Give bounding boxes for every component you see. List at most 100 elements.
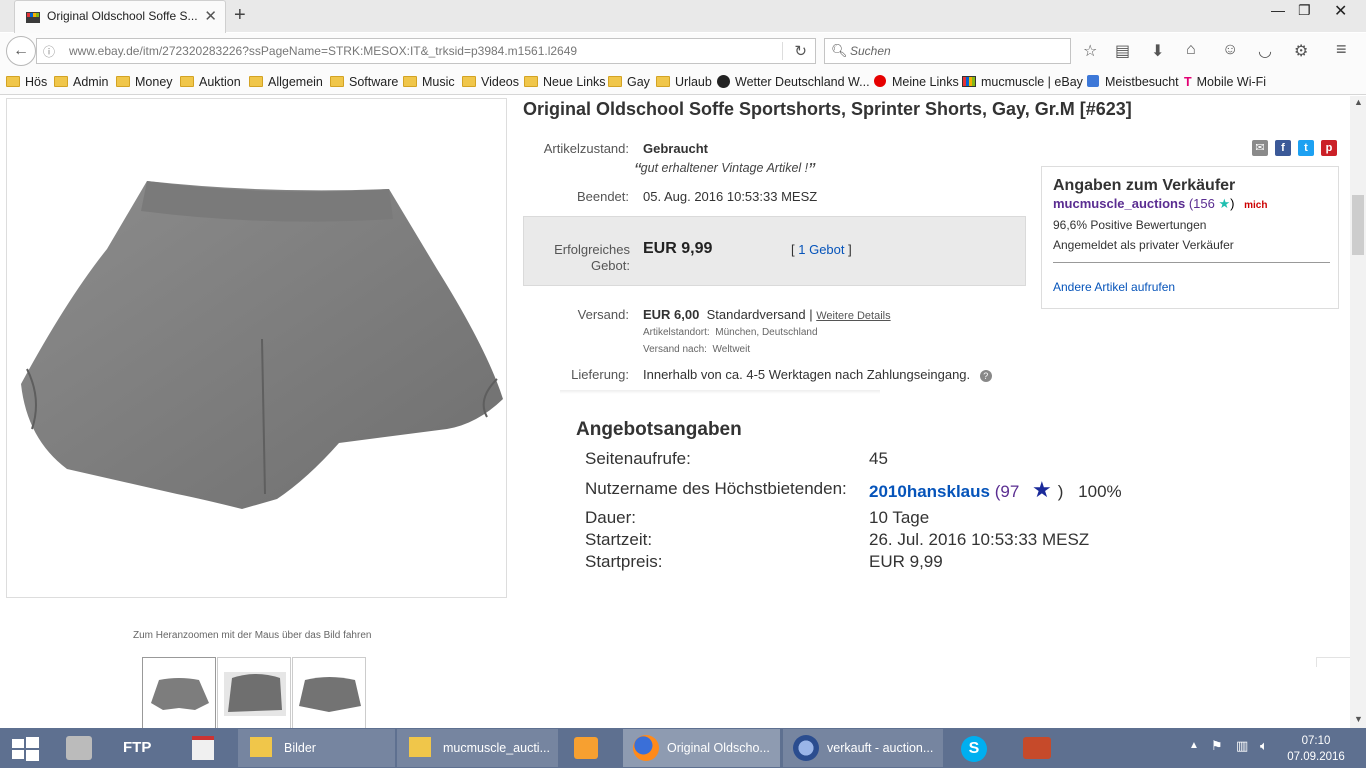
tab-title: Original Oldschool Soffe S... [47,9,198,23]
thumbnail-1[interactable] [142,657,216,728]
url-text[interactable]: www.ebay.de/itm/272320283226?ssPageName=… [69,44,577,58]
seller-info-box: Angaben zum Verkäufer mucmuscle_auctions… [1041,166,1339,309]
bookmark-meistbesucht[interactable]: Meistbesucht [1087,75,1179,89]
taskbar-firefox[interactable]: Original Oldscho... [623,729,780,767]
page-scrollbar[interactable]: ▲ ▼ [1350,96,1366,728]
search-icon: 🔍︎ [831,43,848,58]
high-bidder-label: Nutzername des Höchstbietenden: [585,479,847,498]
vodafone-icon [874,75,886,87]
bookmark-folder-money[interactable]: Money [116,75,173,89]
folder-icon [403,76,417,87]
folder-icon [6,76,20,87]
media-app-icon[interactable] [568,729,606,767]
bookmark-folder-gay[interactable]: Gay [608,75,650,89]
winning-bid-box: Erfolgreiches Gebot: EUR 9,99 [ 1 Gebot ] [523,216,1026,286]
seller-name-link[interactable]: mucmuscle_auctions [1053,196,1185,211]
share-twitter-icon[interactable]: t [1298,140,1314,156]
windows-logo-icon [12,737,39,761]
addon-icon[interactable]: ⚙ [1294,41,1308,61]
me-badge: mich [1244,200,1268,211]
blue-star-icon: ★ [1032,477,1052,502]
back-button[interactable]: ← [6,36,36,66]
browser-tab-active[interactable]: Original Oldschool Soffe S... ✕ [14,0,226,33]
scroll-down-icon[interactable]: ▼ [1354,714,1363,724]
chat-icon[interactable]: ☺ [1222,41,1238,59]
tab-close-icon[interactable]: ✕ [204,7,217,25]
start-time-label: Startzeit: [585,530,653,549]
seller-positive: 96,6% Positive Bewertungen [1053,218,1207,232]
bookmark-folder-videos[interactable]: Videos [462,75,519,89]
scroll-thumb[interactable] [1352,195,1364,255]
feedback-tab[interactable] [1316,657,1350,667]
taskbar-bilder[interactable]: Bilder [238,729,395,767]
seller-heading: Angaben zum Verkäufer [1053,177,1236,194]
firefox-icon [633,735,659,761]
shorts-thumbnail-image [224,672,286,716]
taskbar-mucmuscle[interactable]: mucmuscle_aucti... [397,729,558,767]
downloads-icon[interactable]: ⬇ [1151,41,1164,61]
pocket-icon[interactable]: ◡ [1258,41,1272,61]
share-facebook-icon[interactable]: f [1275,140,1291,156]
search-placeholder: Suchen [850,44,891,58]
bookmark-folder-software[interactable]: Software [330,75,398,89]
home-icon[interactable]: ⌂ [1186,41,1196,59]
bookmark-mobile-wifi[interactable]: T Mobile Wi-Fi [1184,75,1266,89]
filezilla-app-icon[interactable] [1019,729,1055,767]
window-close-icon[interactable]: ✕ [1334,1,1347,21]
tray-expand-icon[interactable]: ▲ [1189,740,1199,751]
high-bidder-name[interactable]: 2010hansklaus [869,482,990,501]
bookmark-mucmuscle-ebay[interactable]: mucmuscle | eBay [962,75,1083,89]
bookmarks-menu-icon[interactable]: ▤ [1115,41,1130,61]
duration-label: Dauer: [585,508,637,527]
volume-icon[interactable]: 🔈︎ [1260,738,1268,754]
url-bar[interactable]: ⓘ www.ebay.de/itm/272320283226?ssPageNam… [36,38,816,64]
high-bidder-score[interactable]: (97 [995,482,1020,501]
bookmark-folder-urlaub[interactable]: Urlaub [656,75,712,89]
condition-label: Artikelzustand: [543,141,629,156]
seller-score[interactable]: (156 [1189,196,1215,211]
ebay-listing-page: Zum Heranzoomen mit der Maus über das Bi… [0,96,1350,728]
bookmark-star-icon[interactable]: ☆ [1083,41,1097,61]
url-divider [782,42,783,60]
thumbnail-2[interactable] [217,657,291,728]
reload-icon[interactable]: ↻ [794,42,807,60]
menu-hamburger-icon[interactable]: ≡ [1336,39,1347,60]
camera-app-icon[interactable] [62,729,98,767]
new-tab-icon[interactable]: + [234,4,246,27]
share-pinterest-icon[interactable]: p [1321,140,1337,156]
ftp-app-icon[interactable]: FTP [123,729,163,767]
teal-star-icon: ★ [1218,196,1231,211]
bookmark-folder-admin[interactable]: Admin [54,75,108,89]
start-button[interactable] [0,729,50,767]
ebay-icon [962,76,976,87]
bookmark-folder-music[interactable]: Music [403,75,455,89]
site-info-icon[interactable]: ⓘ [43,43,55,60]
bid-history-link[interactable]: 1 Gebot [798,242,844,257]
shipping-details-link[interactable]: Weitere Details [816,310,890,322]
minimize-icon[interactable]: — [1271,2,1285,18]
clock-icon [717,75,730,88]
folder-icon [330,76,344,87]
folder-icon [54,76,68,87]
search-bar[interactable]: 🔍︎ Suchen [824,38,1071,64]
product-image-container[interactable] [6,98,507,598]
bookmark-meine-links[interactable]: Meine Links [874,75,959,89]
taskbar-thunderbird[interactable]: verkauft - auction... [783,729,943,767]
action-center-flag-icon[interactable]: ⚑ [1211,738,1223,754]
bookmark-folder-hos[interactable]: Hös [6,75,47,89]
bookmark-wetter[interactable]: Wetter Deutschland W... [717,75,870,89]
bookmark-folder-allgemein[interactable]: Allgemein [249,75,323,89]
restore-icon[interactable]: ❐ [1298,2,1311,19]
condition-quote: “gut erhaltener Vintage Artikel !” [634,160,815,182]
thumbnail-3[interactable] [292,657,366,728]
notepad-app-icon[interactable] [187,729,221,767]
bookmark-folder-auktion[interactable]: Auktion [180,75,241,89]
scroll-up-icon[interactable]: ▲ [1354,97,1363,107]
system-clock[interactable]: 07:10 07.09.2016 [1286,733,1346,765]
share-email-icon[interactable]: ✉ [1252,140,1268,156]
help-icon[interactable]: ? [979,370,992,382]
other-items-link[interactable]: Andere Artikel aufrufen [1053,280,1175,294]
bookmark-folder-neue-links[interactable]: Neue Links [524,75,606,89]
skype-app-icon[interactable]: S [957,729,993,767]
network-icon[interactable]: ▥ [1236,738,1248,754]
